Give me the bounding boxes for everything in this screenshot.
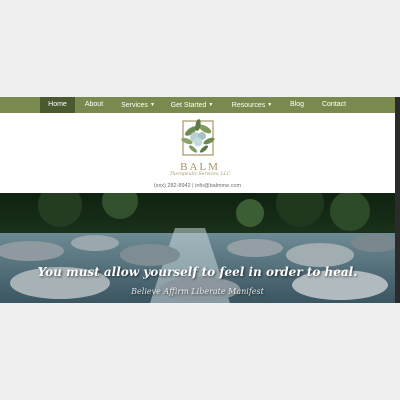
caret-down-icon: ▼ [267, 102, 273, 108]
nav-item-about[interactable]: About [77, 97, 111, 113]
nav-item-contact[interactable]: Contact [316, 97, 352, 113]
nav-item-label: About [84, 101, 104, 108]
nav-item-services[interactable]: Services ▼ [116, 97, 160, 113]
site-logo[interactable]: BALM Therapeutic Services, LLC [165, 117, 235, 181]
phone-link[interactable]: (xxx) 282-8942 [154, 183, 191, 189]
hero-subline: Believe Affirm Liberate Manifest [131, 287, 264, 296]
email-link[interactable]: info@balmme.com [195, 183, 241, 189]
hero-headline: You must allow yourself to feel in order… [37, 265, 358, 279]
nav-item-label: Blog [289, 101, 304, 108]
contact-line: (xxx) 282-8942 | info@balmme.com [0, 183, 395, 189]
nav-item-get-started[interactable]: Get Started ▼ [167, 97, 217, 113]
main-nav: Home About Services ▼ Get Started ▼ Resour… [0, 97, 395, 113]
nav-item-home[interactable]: Home [40, 97, 75, 113]
caret-down-icon: ▼ [149, 102, 155, 108]
scrollbar[interactable] [395, 97, 400, 303]
site-header: BALM Therapeutic Services, LLC (xxx) 282… [0, 113, 395, 193]
logo-tagline: Therapeutic Services, LLC [169, 172, 231, 177]
contact-separator: | [192, 183, 194, 189]
nav-item-blog[interactable]: Blog [284, 97, 310, 113]
nav-item-label: Resources [231, 102, 266, 109]
nav-item-label: Contact [321, 101, 347, 108]
nav-item-resources[interactable]: Resources ▼ [227, 97, 277, 113]
leaf-frame-icon [181, 119, 215, 156]
hero-banner: You must allow yourself to feel in order… [0, 193, 395, 303]
nav-item-label: Home [48, 101, 67, 108]
nav-item-label: Get Started [170, 102, 207, 109]
caret-down-icon: ▼ [208, 102, 214, 108]
nav-item-label: Services [121, 102, 148, 109]
